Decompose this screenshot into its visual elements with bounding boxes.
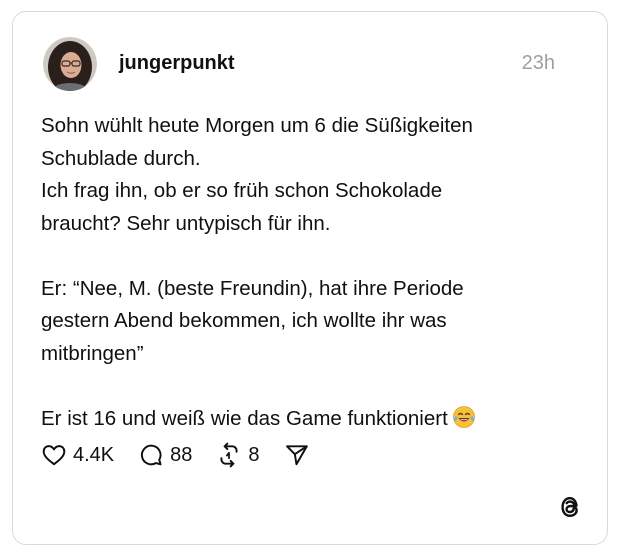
avatar-image <box>43 37 97 91</box>
post-card: jungerpunkt 23h Sohn wühlt heute Morgen … <box>12 11 608 545</box>
repost-count: 8 <box>248 443 260 466</box>
repost-button[interactable]: 8 <box>216 442 260 468</box>
post-actions: 4.4K 88 8 <box>41 440 334 470</box>
post-line: mitbringen” <box>41 341 144 365</box>
post-timestamp: 23h <box>521 52 555 74</box>
repost-icon <box>220 442 238 468</box>
reply-button[interactable]: 88 <box>138 442 192 468</box>
threads-logo-icon <box>561 497 578 517</box>
heart-icon <box>42 445 66 466</box>
post-line: Ich frag ihn, ob er so früh schon Schoko… <box>41 179 443 202</box>
share-button[interactable] <box>284 442 310 468</box>
post-line-last: Er ist 16 und weiß wie das Game funktion… <box>41 403 581 436</box>
avatar[interactable] <box>43 37 97 91</box>
post-line: Schublade durch. <box>41 146 201 170</box>
post-line: Sohn wühlt heute Morgen um 6 die Süßigke… <box>41 114 473 137</box>
like-button[interactable]: 4.4K <box>41 442 114 468</box>
send-icon <box>285 445 308 466</box>
post-line: gestern Abend bekommen, ich wollte ihr w… <box>41 309 447 332</box>
reply-count: 88 <box>170 443 193 466</box>
post-body: Sohn wühlt heute Morgen um 6 die Süßigke… <box>41 110 581 435</box>
comment-bubble-icon <box>141 444 162 466</box>
post-line-text: Er ist 16 und weiß wie das Game funktion… <box>41 406 448 430</box>
post-line: braucht? Sehr untypisch für ihn. <box>41 211 331 235</box>
threads-logo[interactable] <box>555 492 585 522</box>
post-line: Er: “Nee, M. (beste Freundin), hat ihre … <box>41 276 464 300</box>
username[interactable]: jungerpunkt <box>119 52 235 75</box>
like-count: 4.4K <box>73 443 115 466</box>
face-with-tears-of-joy-icon <box>452 405 475 428</box>
